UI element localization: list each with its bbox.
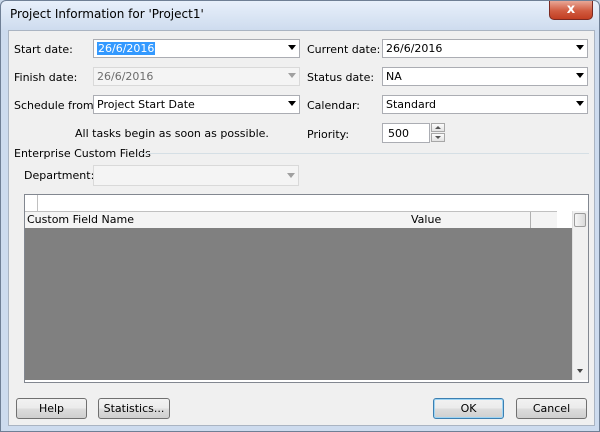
dialog-client-area: Start date: 26/6/2016 Finish date: 26/6/… [8,30,595,426]
ok-button[interactable]: OK [433,398,504,419]
chevron-down-icon [287,173,295,178]
scrollbar-thumb[interactable] [574,213,586,227]
grid-row-selector[interactable] [25,195,38,211]
schedule-note: All tasks begin as soon as possible. [75,127,269,140]
section-divider [141,153,589,154]
chevron-down-icon[interactable] [288,101,296,106]
priority-down-button[interactable] [431,133,445,142]
current-date-value[interactable]: 26/6/2016 [386,42,442,55]
dialog-title: Project Information for 'Project1' [10,7,204,21]
grid-body[interactable] [25,228,572,380]
priority-input[interactable]: 500 [382,123,430,143]
grid-edit-row[interactable] [25,195,573,211]
finish-date-combo: 26/6/2016 [93,67,300,86]
schedule-from-combo[interactable]: Project Start Date [93,95,300,114]
priority-value[interactable]: 500 [388,127,409,140]
start-date-combo[interactable]: 26/6/2016 [93,39,300,58]
calendar-combo[interactable]: Standard [382,95,588,114]
department-label: Department: [24,169,95,182]
current-date-combo[interactable]: 26/6/2016 [382,39,588,58]
column-header-value[interactable]: Value [411,213,441,226]
title-bar[interactable]: Project Information for 'Project1' x [1,1,599,29]
chevron-down-icon[interactable] [576,45,584,50]
current-date-label: Current date: [307,43,381,56]
priority-label: Priority: [307,128,350,141]
finish-date-value: 26/6/2016 [97,70,154,83]
grid-header: Custom Field Name Value [25,211,557,229]
chevron-down-icon[interactable] [288,45,296,50]
calendar-value[interactable]: Standard [386,98,436,111]
statistics-button[interactable]: Statistics... [98,398,170,419]
custom-fields-grid[interactable]: Custom Field Name Value [24,194,589,383]
priority-up-button[interactable] [431,123,445,132]
help-button[interactable]: Help [16,398,87,419]
dialog-window: Project Information for 'Project1' x Sta… [0,0,600,432]
vertical-scrollbar[interactable] [572,211,588,380]
schedule-from-value[interactable]: Project Start Date [97,98,195,111]
column-header-custom-field-name[interactable]: Custom Field Name [27,213,134,226]
close-button[interactable]: x [549,1,593,20]
cancel-button[interactable]: Cancel [516,398,587,419]
chevron-down-icon [288,73,296,78]
finish-date-label: Finish date: [14,71,78,84]
status-date-combo[interactable]: NA [382,67,588,86]
chevron-down-icon[interactable] [576,73,584,78]
schedule-from-label: Schedule from: [14,99,98,112]
start-date-value[interactable]: 26/6/2016 [97,42,156,55]
department-combo [93,165,299,186]
enterprise-section-label: Enterprise Custom Fields [14,147,151,160]
status-date-value[interactable]: NA [386,70,402,83]
scroll-down-icon[interactable] [577,369,583,373]
start-date-label: Start date: [14,43,73,56]
status-date-label: Status date: [307,71,375,84]
arrow-up-icon [435,126,441,129]
chevron-down-icon[interactable] [576,101,584,106]
calendar-label: Calendar: [307,99,360,112]
column-divider[interactable] [530,212,531,228]
arrow-down-icon [435,136,441,139]
